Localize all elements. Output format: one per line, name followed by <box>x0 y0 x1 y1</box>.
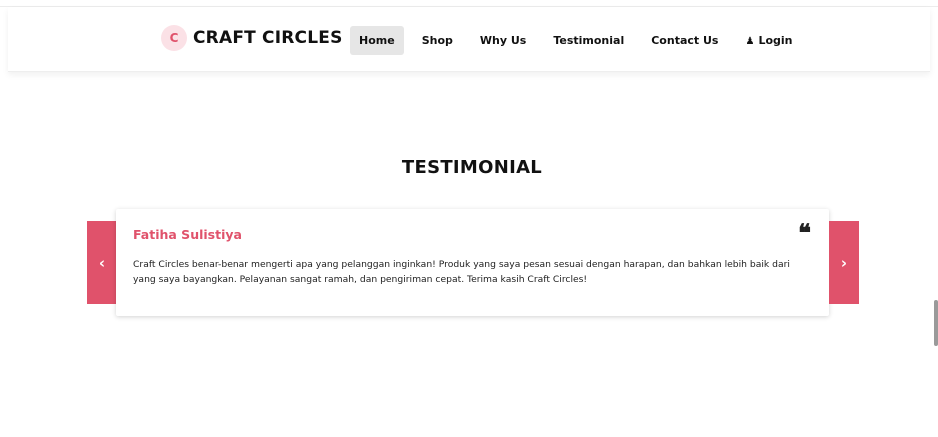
brand-name: CRAFT CIRCLES <box>193 28 343 48</box>
brand-logo-icon: C <box>161 25 187 51</box>
quote-icon: ❝ <box>798 218 811 247</box>
login-label: Login <box>758 34 793 47</box>
main-nav: Home Shop Why Us Testimonial Contact Us … <box>350 26 810 55</box>
chevron-right-icon: › <box>840 253 848 272</box>
nav-why-us[interactable]: Why Us <box>471 26 535 55</box>
prev-slide-button[interactable]: ‹ <box>87 221 117 304</box>
nav-login[interactable]: ♟ Login <box>736 26 801 55</box>
testimonial-card: Fatiha Sulistiya ❝ Craft Circles benar-b… <box>116 209 829 316</box>
testimonial-text: Craft Circles benar-benar mengerti apa y… <box>133 259 790 285</box>
scrollbar-thumb[interactable] <box>934 300 938 346</box>
next-slide-button[interactable]: › <box>829 221 859 304</box>
nav-shop[interactable]: Shop <box>413 26 462 55</box>
nav-home[interactable]: Home <box>350 26 404 55</box>
site-header: C CRAFT CIRCLES Home Shop Why Us Testimo… <box>8 7 930 72</box>
user-icon: ♟ <box>745 36 755 47</box>
section-title: TESTIMONIAL <box>401 157 543 178</box>
page: C CRAFT CIRCLES Home Shop Why Us Testimo… <box>0 0 938 437</box>
nav-contact-us[interactable]: Contact Us <box>642 26 727 55</box>
chevron-left-icon: ‹ <box>98 253 106 272</box>
testimonial-author: Fatiha Sulistiya <box>133 227 242 242</box>
nav-testimonial[interactable]: Testimonial <box>544 26 633 55</box>
brand[interactable]: C CRAFT CIRCLES <box>161 25 343 51</box>
